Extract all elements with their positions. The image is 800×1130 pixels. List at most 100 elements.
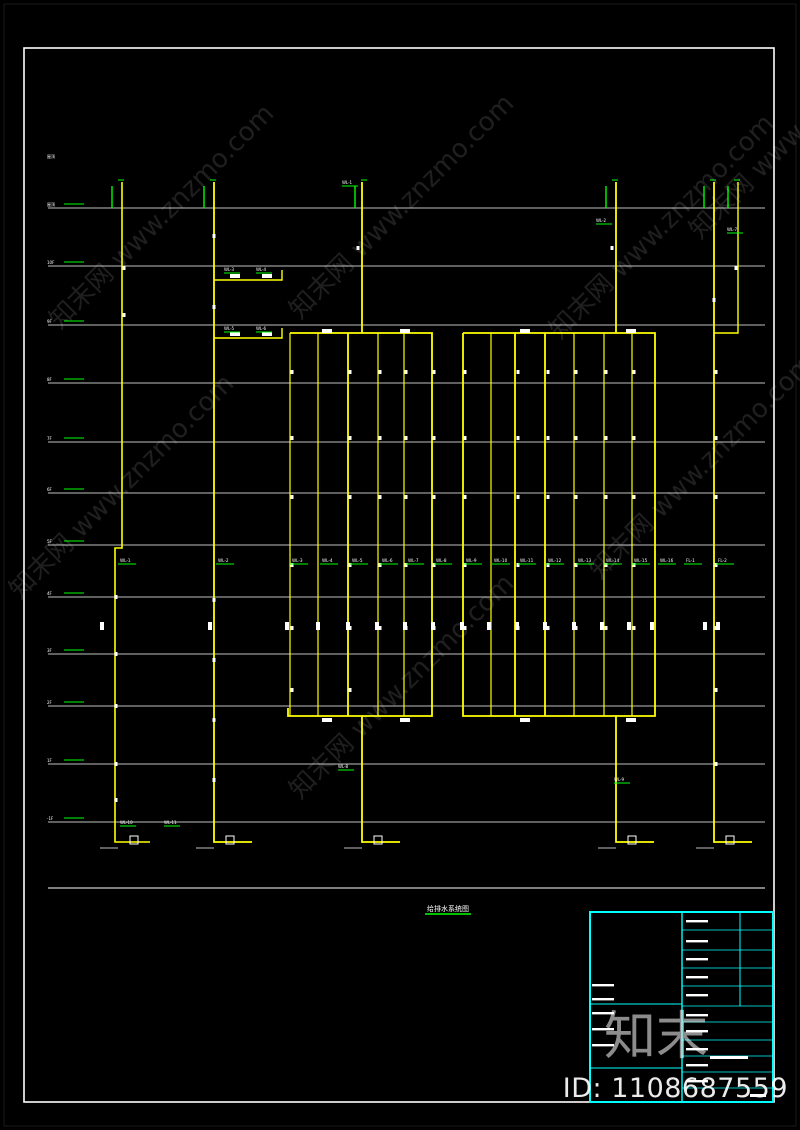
floor-level-label: 7F [47, 436, 53, 441]
fitting-marker [546, 436, 550, 440]
fitting-marker [714, 762, 718, 766]
fitting-marker [404, 495, 408, 499]
junction-box [400, 718, 410, 722]
fitting-marker [378, 370, 382, 374]
riser-tag-label: WL-16 [660, 558, 674, 563]
fitting-marker [714, 370, 718, 374]
junction-box [262, 332, 272, 336]
junction-box [230, 332, 240, 336]
fitting-marker [516, 495, 520, 499]
floor-level-label: 8F [47, 377, 53, 382]
fitting-marker [546, 495, 550, 499]
fitting-marker [632, 495, 636, 499]
cleanout-marker [403, 622, 407, 630]
cleanout-marker [375, 622, 379, 630]
cleanout-marker [431, 622, 435, 630]
floor-level-label: 6F [47, 487, 53, 492]
fitting-marker [712, 298, 716, 302]
fitting-marker [122, 313, 126, 317]
riser-tag-label: WL-6 [382, 558, 393, 563]
fitting-marker [212, 598, 216, 602]
fitting-marker [546, 370, 550, 374]
cleanout-marker [572, 622, 576, 630]
riser-tag-label: WL-3 [292, 558, 303, 563]
fitting-marker [348, 370, 352, 374]
fitting-marker [432, 436, 436, 440]
fitting-marker [604, 436, 608, 440]
fitting-marker [604, 370, 608, 374]
cleanout-marker [487, 622, 491, 630]
cleanout-marker [515, 622, 519, 630]
cleanout-marker [100, 622, 104, 630]
cleanout-marker [285, 622, 289, 630]
junction-box [322, 718, 332, 722]
fitting-marker [574, 495, 578, 499]
drawing-title: 给排水系统图 [427, 904, 469, 913]
floor-level-label: 屋顶 [47, 201, 55, 207]
fitting-marker [212, 234, 216, 238]
fitting-marker [574, 370, 578, 374]
fitting-marker [463, 436, 467, 440]
fitting-marker [463, 495, 467, 499]
riser-tag-label: FL-2 [718, 558, 727, 563]
fitting-marker [212, 778, 216, 782]
pipe-label: WL-9 [614, 777, 625, 782]
fitting-marker [516, 370, 520, 374]
fitting-marker [348, 495, 352, 499]
junction-box [400, 329, 410, 333]
junction-box [626, 718, 636, 722]
floor-level-label: 10F [47, 260, 55, 265]
riser-tag-label: WL-11 [520, 558, 534, 563]
pipe-label: WL-3 [224, 267, 235, 272]
pipe-label: WL-2 [596, 218, 607, 223]
fitting-marker [114, 595, 118, 599]
background [0, 0, 800, 1130]
floor-level-label: 4F [47, 591, 53, 596]
cleanout-marker [650, 622, 654, 630]
fitting-marker [632, 626, 636, 630]
fitting-marker [632, 370, 636, 374]
pipe-label: WL-10 [120, 820, 133, 825]
fitting-marker [290, 688, 294, 692]
fitting-marker [290, 495, 294, 499]
fitting-marker [463, 370, 467, 374]
fitting-marker [114, 798, 118, 802]
fitting-marker [604, 626, 608, 630]
titleblock-text [686, 920, 708, 923]
riser-tag-label: WL-4 [322, 558, 333, 563]
fitting-marker [212, 305, 216, 309]
junction-box [322, 329, 332, 333]
floor-level-label: 3F [47, 648, 53, 653]
cleanout-marker [716, 622, 720, 630]
fitting-marker [610, 246, 614, 250]
fitting-marker [114, 652, 118, 656]
pipe-label: WL-5 [224, 326, 235, 331]
cleanout-marker [600, 622, 604, 630]
fitting-marker [212, 718, 216, 722]
pipe-label: WL-11 [164, 820, 177, 825]
titleblock-text [686, 976, 708, 979]
titleblock-text [686, 940, 708, 943]
riser-tag-label: WL-9 [466, 558, 477, 563]
riser-tag-label: WL-7 [408, 558, 419, 563]
fitting-marker [714, 495, 718, 499]
floor-level-label: 2F [47, 700, 53, 705]
fitting-marker [348, 688, 352, 692]
cleanout-marker [543, 622, 547, 630]
pipe-label: WL-1 [342, 180, 353, 185]
riser-tag-label: WL-5 [352, 558, 363, 563]
fitting-marker [378, 436, 382, 440]
floor-level-label: 1F [47, 758, 53, 763]
cleanout-marker [208, 622, 212, 630]
fitting-marker [114, 762, 118, 766]
scale-note: 屋顶 [47, 153, 55, 159]
pipe-label: WL-7 [727, 227, 738, 232]
cad-drawing: 屋顶10F9F8F7F6F5F4F3F2F1F-1F屋顶 WL-1 WL-2 WL-… [0, 0, 800, 1130]
fitting-marker [290, 626, 294, 630]
fitting-marker [604, 495, 608, 499]
fitting-marker [632, 436, 636, 440]
fitting-marker [348, 436, 352, 440]
riser-tag-label: WL-2 [218, 558, 229, 563]
fitting-marker [574, 436, 578, 440]
junction-box [520, 329, 530, 333]
